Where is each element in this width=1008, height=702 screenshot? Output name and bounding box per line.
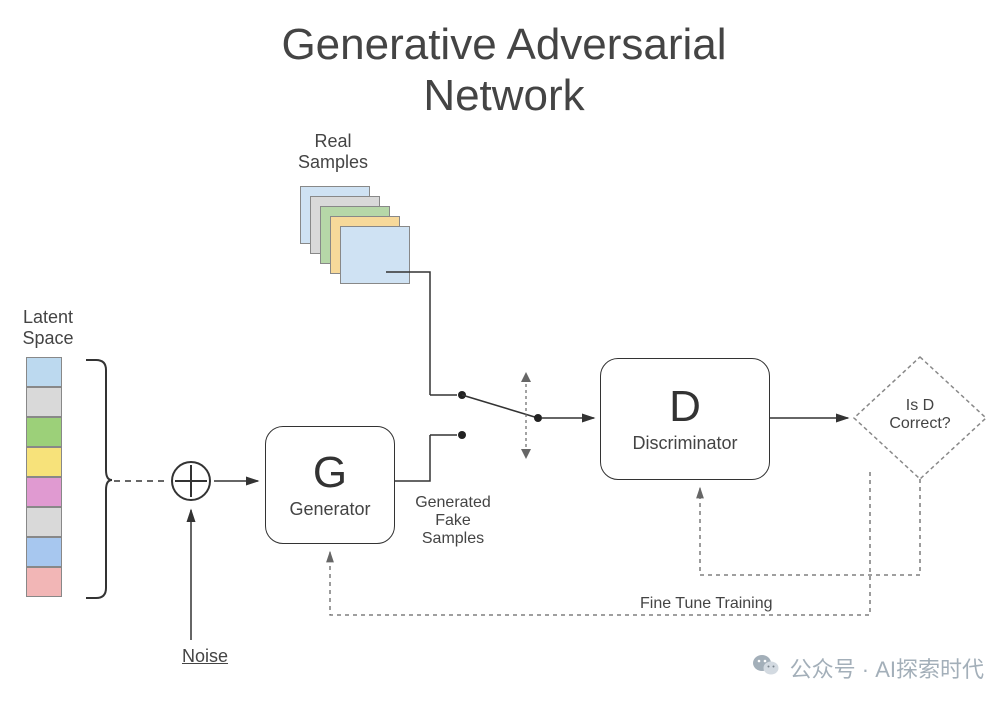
discriminator-node: D Discriminator: [600, 358, 770, 480]
latent-cell: [26, 417, 62, 447]
generator-node: G Generator: [265, 426, 395, 544]
plus-icon: [170, 460, 212, 502]
latent-cell: [26, 387, 62, 417]
title-line2: Network: [423, 71, 584, 120]
fine-tune-label: Fine Tune Training: [640, 595, 840, 613]
generator-label: Generator: [289, 499, 370, 520]
watermark: 公众号 · AI探索时代: [752, 652, 984, 684]
wechat-icon: [752, 653, 780, 683]
latent-space-column: [26, 357, 62, 597]
latent-cell: [26, 357, 62, 387]
generated-fake-samples-label: Generated Fake Samples: [398, 494, 508, 548]
latent-space-label: Latent Space: [8, 307, 88, 349]
title-line1: Generative Adversarial: [281, 20, 726, 69]
diagram-title: Generative Adversarial Network: [0, 20, 1008, 121]
decision-diamond: Is D Correct?: [852, 355, 988, 481]
real-samples-label: Real Samples: [278, 131, 388, 173]
latent-cell: [26, 447, 62, 477]
generator-letter: G: [313, 451, 347, 495]
latent-cell: [26, 477, 62, 507]
diagram-canvas: Generative Adversarial Network Latent Sp…: [0, 0, 1008, 702]
discriminator-label: Discriminator: [632, 433, 737, 454]
noise-label: Noise: [170, 646, 240, 667]
sample-card: [340, 226, 410, 284]
decision-label: Is D Correct?: [852, 397, 988, 433]
latent-cell: [26, 567, 62, 597]
latent-cell: [26, 537, 62, 567]
discriminator-letter: D: [669, 385, 701, 429]
watermark-text: 公众号 · AI探索时代: [790, 652, 984, 684]
real-samples-stack: [300, 186, 408, 294]
latent-cell: [26, 507, 62, 537]
